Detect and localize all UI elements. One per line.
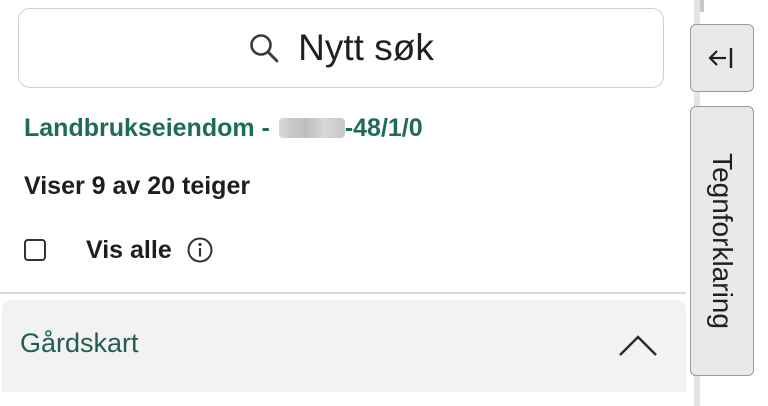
search-icon <box>250 34 279 63</box>
property-title[interactable]: Landbrukseiendom - -48/1/0 <box>24 108 423 148</box>
collapse-panel-button[interactable] <box>690 24 754 92</box>
map-side-panel: Nytt søk Landbrukseiendom - -48/1/0 Vise… <box>0 0 768 406</box>
new-search-label: Nytt søk <box>298 27 434 68</box>
show-all-checkbox[interactable] <box>24 239 46 261</box>
legend-tab-label: Tegnforklaring <box>707 153 738 329</box>
section-divider <box>0 292 690 294</box>
collapse-left-icon <box>708 48 733 68</box>
info-icon[interactable] <box>186 236 214 264</box>
show-all-option: Vis alle <box>24 230 214 270</box>
farm-map-title: Gårdskart <box>20 328 139 358</box>
search-results-panel: Nytt søk Landbrukseiendom - -48/1/0 Vise… <box>0 0 690 406</box>
legend-tab[interactable]: Tegnforklaring <box>690 106 754 376</box>
show-all-label[interactable]: Vis alle <box>86 236 172 265</box>
property-id-label: -48/1/0 <box>344 113 423 142</box>
farm-map-accordion-header[interactable]: Gårdskart <box>2 300 686 392</box>
parcel-count-text: Viser 9 av 20 teiger <box>24 172 251 200</box>
panel-edge-top <box>700 0 704 12</box>
redacted-municipality-number <box>278 118 345 138</box>
property-type-label: Landbrukseiendom - <box>24 113 277 142</box>
chevron-up-icon[interactable] <box>616 330 660 360</box>
new-search-button[interactable]: Nytt søk <box>18 8 664 88</box>
